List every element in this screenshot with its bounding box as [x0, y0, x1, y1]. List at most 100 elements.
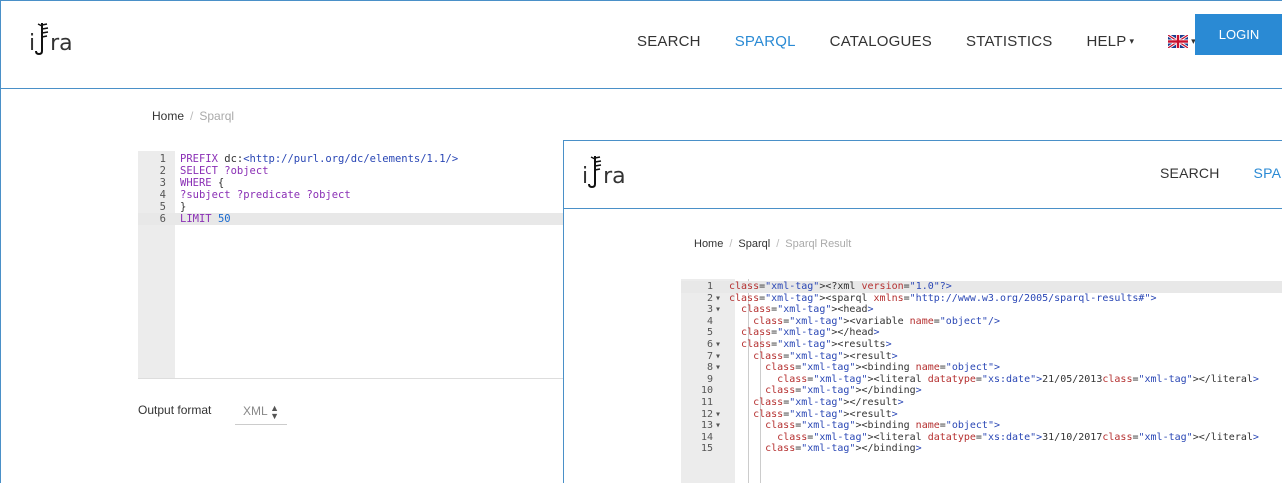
result-line-text: class="xml-tag"><result>: [753, 408, 898, 420]
result-line[interactable]: 2 ▾ class="xml-tag"><sparql xmlns="http://…: [681, 293, 1282, 305]
line-number: 9: [706, 373, 713, 385]
fold-toggle-icon[interactable]: ▾: [715, 420, 725, 432]
fold-toggle-icon[interactable]: ▾: [715, 293, 725, 305]
result-line-text: class="xml-tag"><variable name="object"/…: [753, 315, 1000, 327]
result-line-text: class="xml-tag"><?xml version="1.0"?>: [729, 281, 952, 292]
line-number: 2: [159, 165, 166, 177]
result-line[interactable]: 9 class="xml-tag"><literal datatype="xs:…: [681, 374, 1282, 386]
result-line[interactable]: 7 ▾ class="xml-tag"><result>: [681, 351, 1282, 363]
result-line-text: class="xml-tag"><results>: [741, 339, 892, 350]
query-line[interactable]: 1 PREFIX dc:<http://purl.org/dc/elements/…: [138, 153, 564, 165]
result-line[interactable]: 14 class="xml-tag"><literal datatype="xs…: [681, 432, 1282, 444]
line-number: 13: [700, 420, 713, 432]
fold-toggle-icon[interactable]: ▾: [715, 362, 725, 374]
result-line[interactable]: 6 ▾ class="xml-tag"><results>: [681, 339, 1282, 351]
nav-help-label: HELP: [1086, 32, 1127, 50]
result-line-text: class="xml-tag"><literal datatype="xs:da…: [777, 431, 1259, 443]
query-line-text: }: [180, 201, 187, 213]
breadcrumb-separator: /: [190, 109, 194, 123]
output-format-label: Output format: [138, 403, 212, 417]
result-breadcrumb-home[interactable]: Home: [694, 238, 723, 250]
logo-letters-ra: ra: [50, 31, 73, 56]
line-number: 1: [159, 153, 166, 165]
result-site-logo[interactable]: i ra: [582, 154, 626, 188]
query-line[interactable]: 5}: [138, 201, 564, 213]
result-breadcrumb-separator-1: /: [729, 238, 733, 250]
query-line-text: WHERE {: [180, 177, 225, 189]
result-line-text: class="xml-tag"></binding>: [765, 443, 922, 455]
result-line[interactable]: 13 ▾ class="xml-tag"><binding name="objec…: [681, 420, 1282, 432]
line-number: 8: [706, 362, 713, 374]
result-line[interactable]: 4 class="xml-tag"><variable name="object…: [681, 316, 1282, 328]
result-nav-sparql[interactable]: SPAR: [1254, 165, 1282, 181]
result-line-text: class="xml-tag"></result>: [753, 397, 904, 408]
sparql-result-editor[interactable]: 1 class="xml-tag"><?xml version="1.0"?> 2 ▾…: [681, 279, 1282, 483]
logo-tree-icon: [35, 23, 49, 55]
query-line-text: PREFIX dc:<http://purl.org/dc/elements/1…: [180, 153, 459, 165]
fold-toggle-icon[interactable]: ▾: [715, 304, 725, 316]
line-number: 5: [706, 327, 713, 339]
result-main-nav: SEARCH SPAR: [1160, 141, 1282, 205]
query-line-text: SELECT ?object: [180, 165, 269, 177]
line-number: 3: [706, 304, 713, 316]
nav-statistics[interactable]: STATISTICS: [966, 33, 1052, 50]
result-nav-search[interactable]: SEARCH: [1160, 165, 1220, 181]
line-number: 6: [706, 339, 713, 350]
line-number: 10: [700, 385, 713, 397]
fold-toggle-icon[interactable]: ▾: [715, 351, 725, 363]
result-line-text: class="xml-tag"></head>: [741, 327, 880, 339]
result-breadcrumb-separator-2: /: [776, 238, 780, 250]
breadcrumb-home[interactable]: Home: [152, 109, 184, 123]
query-line-text: ?subject ?predicate ?object: [180, 189, 351, 201]
result-line[interactable]: 11 class="xml-tag"></result>: [681, 397, 1282, 409]
fold-toggle-icon[interactable]: ▾: [715, 339, 725, 351]
line-number: 2: [706, 292, 713, 304]
nav-help[interactable]: HELP ▾: [1086, 33, 1134, 50]
line-number: 11: [700, 397, 713, 408]
line-number: 12: [700, 408, 713, 420]
query-line[interactable]: 6 LIMIT 50: [138, 213, 564, 225]
result-line[interactable]: 5 class="xml-tag"></head>: [681, 327, 1282, 339]
sparql-result-window: i ra SEARCH SPAR Home / Sparql / Sparql Resu…: [563, 140, 1282, 483]
nav-search[interactable]: SEARCH: [637, 33, 701, 50]
line-number: 7: [706, 350, 713, 362]
result-line[interactable]: 1 class="xml-tag"><?xml version="1.0"?>: [681, 281, 1282, 293]
result-line[interactable]: 10 class="xml-tag"></binding>: [681, 385, 1282, 397]
result-line-text: class="xml-tag"><head>: [741, 304, 874, 316]
site-logo[interactable]: i ra: [29, 21, 73, 55]
line-number: 15: [700, 443, 713, 455]
nav-catalogues[interactable]: CATALOGUES: [830, 33, 932, 50]
line-number: 6: [159, 213, 166, 225]
login-button[interactable]: LOGIN: [1195, 14, 1282, 55]
uk-flag-icon: [1168, 35, 1189, 49]
result-breadcrumb-sparql[interactable]: Sparql: [738, 238, 770, 250]
result-line-text: class="xml-tag"><binding name="object">: [765, 362, 1000, 374]
result-line[interactable]: 15 class="xml-tag"></binding>: [681, 443, 1282, 455]
query-line[interactable]: 2 SELECT ?object: [138, 165, 564, 177]
line-number: 3: [159, 177, 166, 189]
query-line[interactable]: 3 WHERE {: [138, 177, 564, 189]
result-line-text: class="xml-tag"><sparql xmlns="http://ww…: [729, 292, 1157, 304]
top-navbar: i ra SEARCH SPARQL CATALOGUES STATISTICS…: [1, 1, 1282, 89]
result-line-text: class="xml-tag"></binding>: [765, 385, 922, 397]
fold-toggle-icon[interactable]: ▾: [715, 409, 725, 421]
result-logo-letters-ra: ra: [603, 164, 626, 189]
result-line-text: class="xml-tag"><binding name="object">: [765, 420, 1000, 432]
line-number: 1: [706, 281, 713, 292]
result-line[interactable]: 12 ▾ class="xml-tag"><result>: [681, 409, 1282, 421]
language-selector[interactable]: ▾: [1168, 33, 1196, 50]
line-number: 4: [159, 189, 166, 201]
breadcrumb: Home / Sparql: [152, 109, 234, 123]
nav-sparql[interactable]: SPARQL: [735, 33, 796, 50]
result-line[interactable]: 3 ▾ class="xml-tag"><head>: [681, 304, 1282, 316]
output-format-select[interactable]: XML ▲ ▼: [235, 399, 287, 425]
select-arrows-icon: ▲ ▼: [270, 403, 279, 421]
query-line-text: LIMIT 50: [180, 213, 231, 225]
sparql-query-editor[interactable]: 1 PREFIX dc:<http://purl.org/dc/elements/…: [138, 151, 564, 379]
result-line-text: class="xml-tag"><literal datatype="xs:da…: [777, 373, 1259, 385]
query-line[interactable]: 4 ?subject ?predicate ?object: [138, 189, 564, 201]
line-number: 4: [706, 315, 713, 327]
result-breadcrumb: Home / Sparql / Sparql Result: [694, 238, 851, 250]
result-line[interactable]: 8 ▾ class="xml-tag"><binding name="object…: [681, 362, 1282, 374]
output-format-value: XML: [243, 404, 268, 418]
